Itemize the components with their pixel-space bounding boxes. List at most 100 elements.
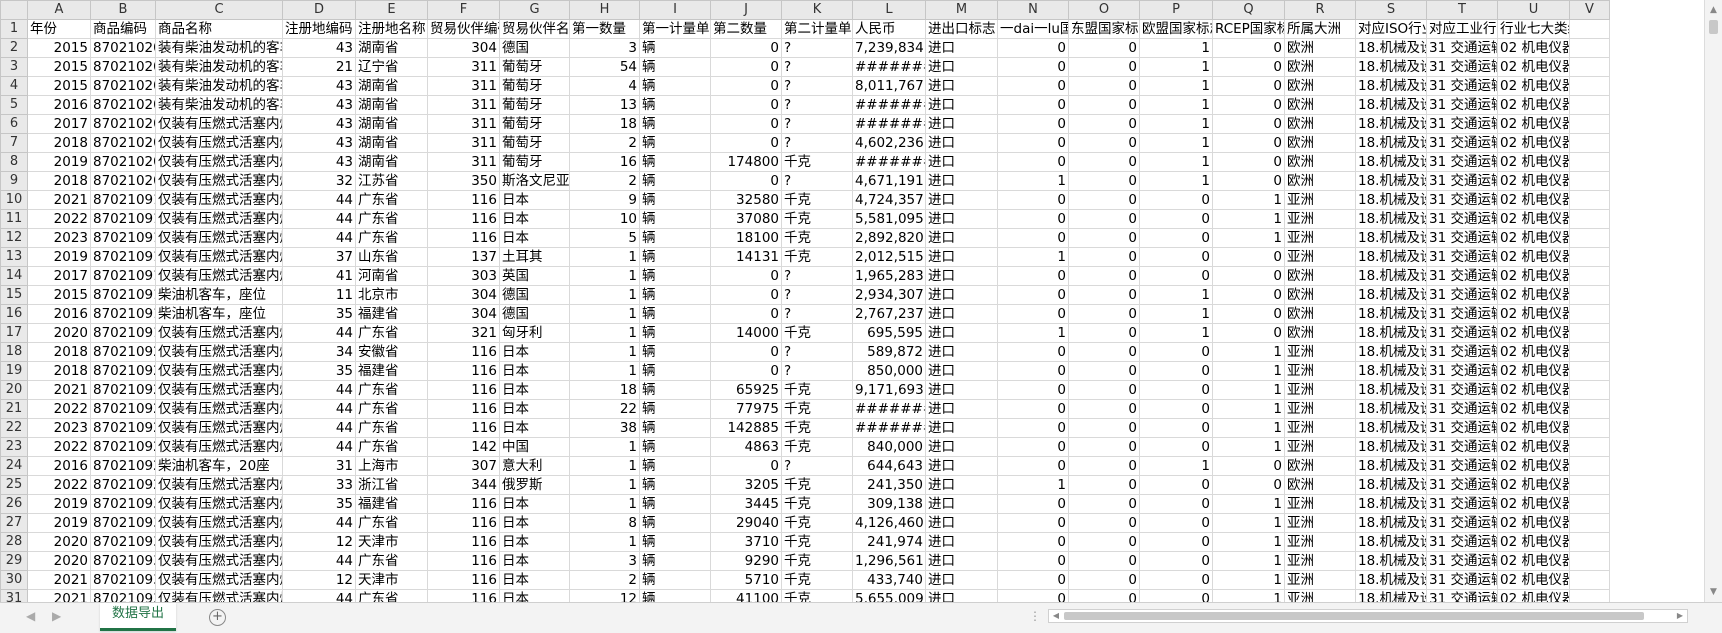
table-cell[interactable]: 2020: [27, 532, 91, 552]
table-cell[interactable]: 14131: [710, 247, 782, 267]
table-cell[interactable]: [1569, 456, 1610, 476]
table-cell[interactable]: 2018: [27, 342, 91, 362]
table-cell[interactable]: #######: [852, 114, 926, 134]
table-cell[interactable]: 16: [569, 152, 640, 172]
table-cell[interactable]: 欧洲: [1284, 95, 1356, 115]
table-cell[interactable]: 31: [282, 456, 356, 476]
table-cell[interactable]: ?: [781, 456, 853, 476]
table-cell[interactable]: 辆: [639, 95, 711, 115]
table-cell[interactable]: 77975: [710, 399, 782, 419]
table-cell[interactable]: 亚洲: [1284, 247, 1356, 267]
field-header-cell[interactable]: 第二数量: [710, 19, 782, 39]
table-cell[interactable]: 18.机械及设备: [1355, 456, 1427, 476]
table-cell[interactable]: 2022: [27, 399, 91, 419]
table-cell[interactable]: 进口: [925, 133, 998, 153]
table-cell[interactable]: 亚洲: [1284, 513, 1356, 533]
table-cell[interactable]: 18.机械及设备: [1355, 551, 1427, 571]
table-cell[interactable]: 2: [569, 570, 640, 590]
table-cell[interactable]: 亚洲: [1284, 551, 1356, 571]
table-cell[interactable]: 1: [569, 532, 640, 552]
table-cell[interactable]: 0: [1212, 95, 1285, 115]
table-cell[interactable]: 18.机械及设备: [1355, 171, 1427, 191]
table-cell[interactable]: 仅装有压燃式活塞内燃: [155, 342, 283, 362]
table-cell[interactable]: 千克: [781, 475, 853, 495]
table-cell[interactable]: 241,974: [852, 532, 926, 552]
table-cell[interactable]: 18.机械及设备: [1355, 437, 1427, 457]
table-cell[interactable]: 仅装有压燃式活塞内燃: [155, 152, 283, 172]
row-header-28[interactable]: 28: [0, 532, 28, 552]
table-cell[interactable]: 0: [710, 456, 782, 476]
table-cell[interactable]: 18.机械及设备: [1355, 323, 1427, 343]
table-cell[interactable]: 02 机电仪器和交通工具: [1497, 456, 1570, 476]
table-cell[interactable]: 0: [1139, 361, 1213, 381]
horizontal-scroll-thumb[interactable]: [1064, 612, 1644, 620]
field-header-cell[interactable]: 商品名称: [155, 19, 283, 39]
table-cell[interactable]: 1: [1139, 76, 1213, 96]
table-cell[interactable]: 0: [997, 380, 1069, 400]
table-cell[interactable]: 309,138: [852, 494, 926, 514]
table-cell[interactable]: 31 交通运输设备: [1426, 456, 1498, 476]
table-cell[interactable]: 上海市: [355, 456, 428, 476]
column-header-j[interactable]: J: [710, 0, 782, 20]
table-cell[interactable]: 87021092: [90, 475, 156, 495]
column-header-e[interactable]: E: [355, 0, 428, 20]
table-cell[interactable]: 2,767,237: [852, 304, 926, 324]
table-cell[interactable]: 14000: [710, 323, 782, 343]
table-cell[interactable]: 33: [282, 475, 356, 495]
table-cell[interactable]: 亚洲: [1284, 342, 1356, 362]
table-cell[interactable]: 0: [1068, 342, 1140, 362]
table-cell[interactable]: 0: [1212, 57, 1285, 77]
table-cell[interactable]: 进口: [925, 323, 998, 343]
table-cell[interactable]: 0: [1212, 323, 1285, 343]
table-cell[interactable]: [1569, 437, 1610, 457]
table-cell[interactable]: 0: [997, 494, 1069, 514]
table-cell[interactable]: 02 机电仪器和交通工具: [1497, 475, 1570, 495]
table-cell[interactable]: 0: [1139, 494, 1213, 514]
table-cell[interactable]: 1: [1212, 589, 1285, 602]
table-cell[interactable]: 87021093: [90, 570, 156, 590]
table-cell[interactable]: 18.机械及设备: [1355, 361, 1427, 381]
field-header-cell[interactable]: RCEP国家标志: [1212, 19, 1285, 39]
table-cell[interactable]: 174800: [710, 152, 782, 172]
table-cell[interactable]: 116: [427, 513, 500, 533]
table-cell[interactable]: 18.机械及设备: [1355, 114, 1427, 134]
table-cell[interactable]: 0: [997, 209, 1069, 229]
table-cell[interactable]: 0: [710, 304, 782, 324]
table-cell[interactable]: 31 交通运输设备: [1426, 380, 1498, 400]
row-header-11[interactable]: 11: [0, 209, 28, 229]
table-cell[interactable]: 1: [569, 475, 640, 495]
table-cell[interactable]: [1569, 133, 1610, 153]
table-cell[interactable]: 87021091: [90, 323, 156, 343]
table-cell[interactable]: 0: [1139, 380, 1213, 400]
table-cell[interactable]: 18.机械及设备: [1355, 570, 1427, 590]
table-cell[interactable]: 德国: [499, 38, 570, 58]
table-cell[interactable]: 广东省: [355, 513, 428, 533]
row-header-10[interactable]: 10: [0, 190, 28, 210]
row-header-13[interactable]: 13: [0, 247, 28, 267]
table-cell[interactable]: 辆: [639, 285, 711, 305]
table-cell[interactable]: 装有柴油发动机的客车: [155, 57, 283, 77]
table-cell[interactable]: 43: [282, 114, 356, 134]
table-cell[interactable]: 18.机械及设备: [1355, 133, 1427, 153]
table-cell[interactable]: 辽宁省: [355, 57, 428, 77]
table-cell[interactable]: 02 机电仪器和交通工具: [1497, 513, 1570, 533]
table-cell[interactable]: 1: [569, 323, 640, 343]
table-cell[interactable]: 4863: [710, 437, 782, 457]
table-cell[interactable]: 0: [997, 589, 1069, 602]
column-header-g[interactable]: G: [499, 0, 570, 20]
table-cell[interactable]: 0: [710, 38, 782, 58]
table-cell[interactable]: 0: [997, 532, 1069, 552]
table-cell[interactable]: 柴油机客车，座位: [155, 304, 283, 324]
table-cell[interactable]: 葡萄牙: [499, 95, 570, 115]
table-cell[interactable]: 44: [282, 437, 356, 457]
table-cell[interactable]: 德国: [499, 304, 570, 324]
table-cell[interactable]: 0: [997, 418, 1069, 438]
table-cell[interactable]: ?: [781, 304, 853, 324]
table-cell[interactable]: 日本: [499, 228, 570, 248]
table-cell[interactable]: 亚洲: [1284, 228, 1356, 248]
table-cell[interactable]: 0: [997, 266, 1069, 286]
table-cell[interactable]: 0: [1068, 380, 1140, 400]
table-cell[interactable]: 87021091: [90, 247, 156, 267]
table-cell[interactable]: 0: [1068, 456, 1140, 476]
table-cell[interactable]: 进口: [925, 513, 998, 533]
